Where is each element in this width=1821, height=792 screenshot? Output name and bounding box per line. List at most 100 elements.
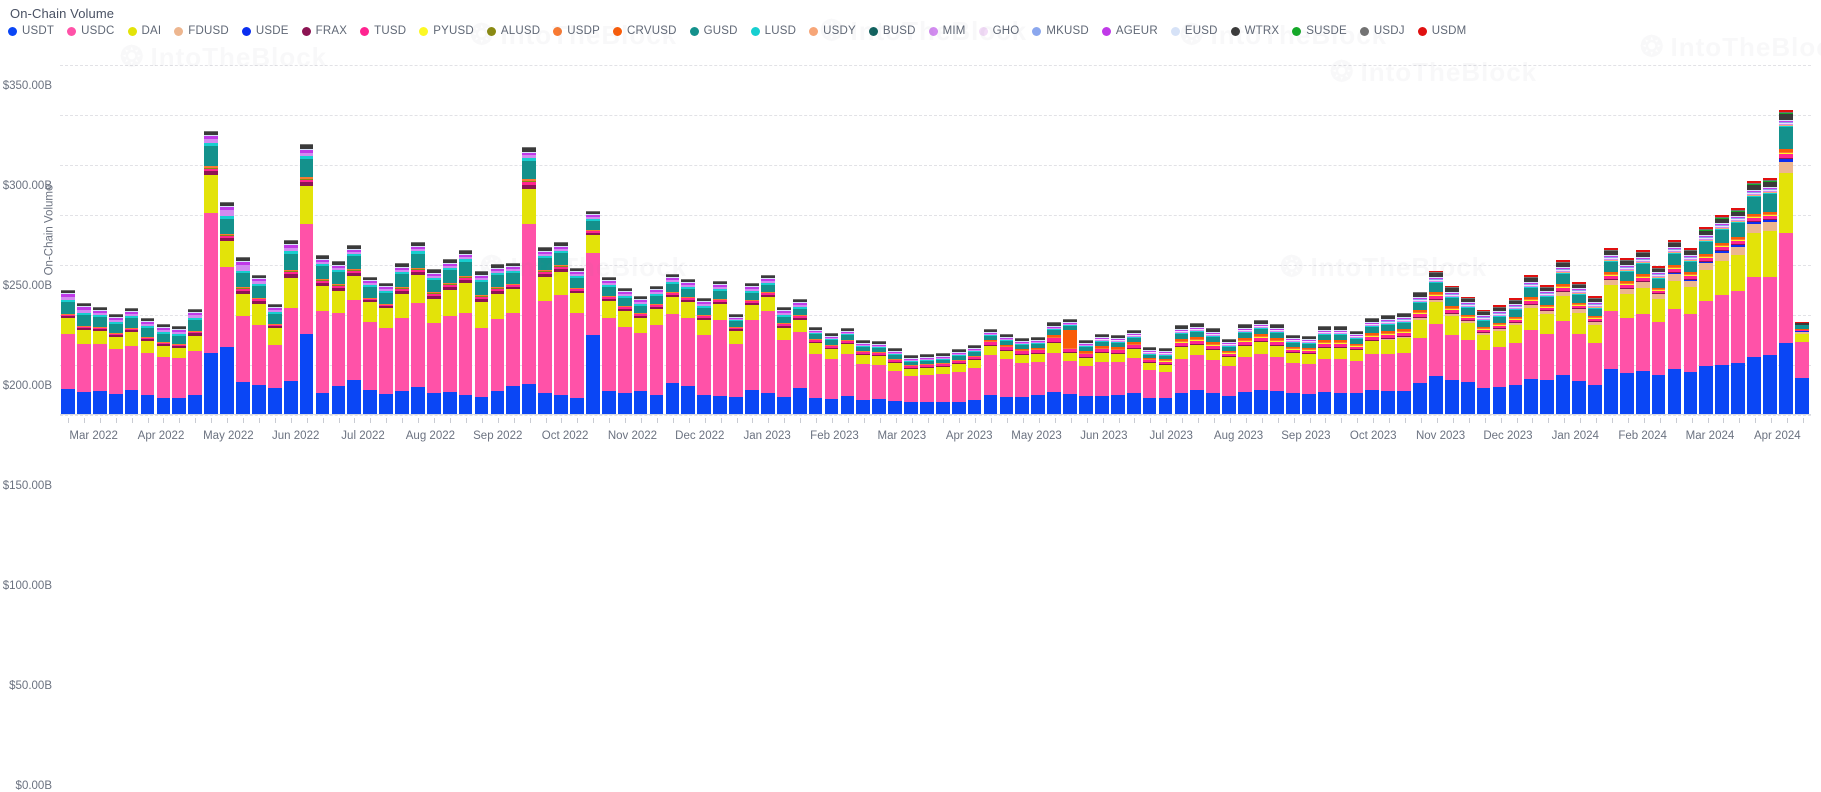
bar-column[interactable] [728, 45, 744, 415]
bar-column[interactable] [203, 45, 219, 415]
legend-item-usdp[interactable]: USDP [553, 25, 600, 37]
bar-column[interactable] [60, 45, 76, 415]
legend-item-mkusd[interactable]: MKUSD [1032, 25, 1089, 37]
bar-column[interactable] [1682, 45, 1698, 415]
bar-column[interactable] [1714, 45, 1730, 415]
bar-column[interactable] [1539, 45, 1555, 415]
bar-column[interactable] [394, 45, 410, 415]
legend-item-busd[interactable]: BUSD [868, 25, 916, 37]
bar-column[interactable] [998, 45, 1014, 415]
bar-column[interactable] [330, 45, 346, 415]
bar-column[interactable] [951, 45, 967, 415]
bar-column[interactable] [92, 45, 108, 415]
bar-column[interactable] [1205, 45, 1221, 415]
bar-column[interactable] [474, 45, 490, 415]
legend-item-usde[interactable]: USDE [241, 25, 289, 37]
bar-column[interactable] [1301, 45, 1317, 415]
bar-column[interactable] [1507, 45, 1523, 415]
bar-column[interactable] [903, 45, 919, 415]
legend-item-lusd[interactable]: LUSD [750, 25, 796, 37]
bar-column[interactable] [855, 45, 871, 415]
bar-column[interactable] [76, 45, 92, 415]
bar-column[interactable] [299, 45, 315, 415]
bar-column[interactable] [1444, 45, 1460, 415]
legend-item-usdm[interactable]: USDM [1417, 25, 1467, 37]
bar-column[interactable] [1014, 45, 1030, 415]
bar-column[interactable] [426, 45, 442, 415]
bar-column[interactable] [315, 45, 331, 415]
bar-column[interactable] [792, 45, 808, 415]
bar-column[interactable] [1603, 45, 1619, 415]
legend-item-usdj[interactable]: USDJ [1359, 25, 1405, 37]
bar-column[interactable] [1523, 45, 1539, 415]
bar-column[interactable] [1746, 45, 1762, 415]
bar-column[interactable] [346, 45, 362, 415]
bar-column[interactable] [664, 45, 680, 415]
bar-column[interactable] [124, 45, 140, 415]
bar-series-container[interactable] [60, 45, 1811, 415]
bar-column[interactable] [1030, 45, 1046, 415]
legend-item-tusd[interactable]: TUSD [360, 25, 406, 37]
legend-item-eusd[interactable]: EUSD [1170, 25, 1218, 37]
bar-column[interactable] [155, 45, 171, 415]
bar-column[interactable] [1364, 45, 1380, 415]
legend-item-ageur[interactable]: AGEUR [1101, 25, 1158, 37]
bar-column[interactable] [537, 45, 553, 415]
bar-column[interactable] [1412, 45, 1428, 415]
bar-column[interactable] [1730, 45, 1746, 415]
bar-column[interactable] [1492, 45, 1508, 415]
bar-column[interactable] [1173, 45, 1189, 415]
bar-column[interactable] [935, 45, 951, 415]
bar-column[interactable] [1269, 45, 1285, 415]
bar-column[interactable] [140, 45, 156, 415]
bar-column[interactable] [267, 45, 283, 415]
bar-column[interactable] [967, 45, 983, 415]
bar-column[interactable] [680, 45, 696, 415]
bar-column[interactable] [1317, 45, 1333, 415]
bar-column[interactable] [585, 45, 601, 415]
bar-column[interactable] [378, 45, 394, 415]
legend-item-gusd[interactable]: GUSD [689, 25, 738, 37]
bar-column[interactable] [1142, 45, 1158, 415]
bar-column[interactable] [505, 45, 521, 415]
bar-column[interactable] [887, 45, 903, 415]
chart-legend[interactable]: USDT USDC DAI FDUSD USDE FRAX TUSD PYUSD ALUSD US… [8, 25, 1479, 37]
bar-column[interactable] [871, 45, 887, 415]
bar-column[interactable] [1555, 45, 1571, 415]
legend-item-mim[interactable]: MIM [928, 25, 966, 37]
bar-column[interactable] [712, 45, 728, 415]
bar-column[interactable] [1396, 45, 1412, 415]
bar-column[interactable] [1794, 45, 1810, 415]
legend-item-crvusd[interactable]: CRVUSD [613, 25, 677, 37]
bar-column[interactable] [744, 45, 760, 415]
bar-column[interactable] [1237, 45, 1253, 415]
bar-column[interactable] [1333, 45, 1349, 415]
bar-column[interactable] [1189, 45, 1205, 415]
bar-column[interactable] [489, 45, 505, 415]
bar-column[interactable] [219, 45, 235, 415]
bar-column[interactable] [235, 45, 251, 415]
bar-column[interactable] [696, 45, 712, 415]
bar-column[interactable] [983, 45, 999, 415]
legend-item-dai[interactable]: DAI [127, 25, 162, 37]
bar-column[interactable] [839, 45, 855, 415]
bar-column[interactable] [553, 45, 569, 415]
bar-column[interactable] [824, 45, 840, 415]
bar-column[interactable] [760, 45, 776, 415]
bar-column[interactable] [283, 45, 299, 415]
bar-column[interactable] [251, 45, 267, 415]
legend-item-usdt[interactable]: USDT [8, 25, 54, 37]
bar-column[interactable] [1571, 45, 1587, 415]
legend-item-pyusd[interactable]: PYUSD [419, 25, 474, 37]
legend-item-usdy[interactable]: USDY [809, 25, 856, 37]
bar-column[interactable] [1651, 45, 1667, 415]
legend-item-fdusd[interactable]: FDUSD [174, 25, 229, 37]
bar-column[interactable] [1762, 45, 1778, 415]
bar-column[interactable] [410, 45, 426, 415]
bar-column[interactable] [1476, 45, 1492, 415]
bar-column[interactable] [1062, 45, 1078, 415]
bar-column[interactable] [362, 45, 378, 415]
bar-column[interactable] [1094, 45, 1110, 415]
bar-column[interactable] [808, 45, 824, 415]
bar-column[interactable] [108, 45, 124, 415]
